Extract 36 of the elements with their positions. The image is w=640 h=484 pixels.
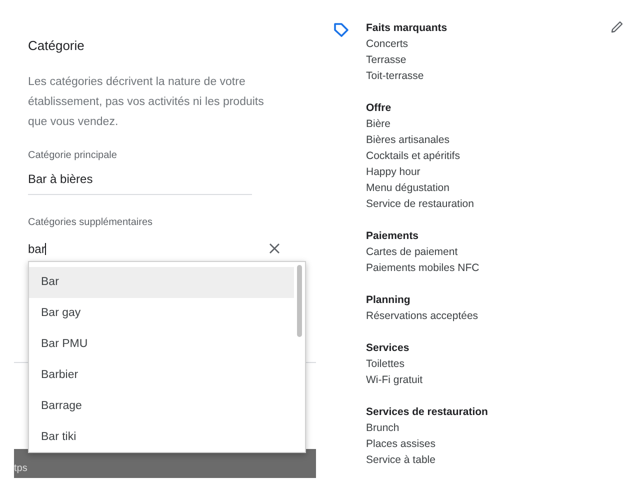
- attribute-item: Concerts: [366, 37, 410, 52]
- attribute-item: Service à table: [366, 453, 436, 468]
- attribute-heading: Faits marquants: [366, 21, 448, 36]
- attribute-item: Paiements mobiles NFC: [366, 261, 480, 276]
- edit-icon[interactable]: [610, 20, 624, 34]
- field-label: Catégories supplémentaires: [28, 216, 154, 230]
- attribute-item: Service de restauration: [366, 197, 475, 212]
- attribute-item: Cartes de paiement: [366, 245, 459, 260]
- tag-icon: [333, 22, 349, 38]
- attribute-heading: Services de restauration: [366, 405, 489, 420]
- bar-text: tps: [14, 464, 28, 474]
- attribute-item: Réservations acceptées: [366, 309, 480, 324]
- attribute-item: Bières artisanales: [366, 133, 450, 148]
- additional-category-field[interactable]: bar: [28, 240, 269, 258]
- attribute-item: Terrasse: [366, 53, 408, 68]
- attribute-item: Cocktails et apéritifs: [366, 149, 461, 164]
- field-label: Catégorie principale: [28, 148, 118, 162]
- scrollbar-thumb[interactable]: [297, 265, 302, 337]
- attribute-item: Bière: [366, 117, 392, 132]
- attribute-heading: Services: [366, 341, 410, 356]
- attribute-item: Brunch: [366, 421, 400, 436]
- attribute-item: Toilettes: [366, 357, 406, 372]
- suggestion-item[interactable]: Bar tiki: [29, 422, 294, 452]
- suggestion-item[interactable]: Bar: [29, 267, 294, 298]
- attribute-item: Happy hour: [366, 165, 422, 180]
- attribute-heading: Offre: [366, 101, 392, 116]
- close-icon[interactable]: [269, 243, 280, 254]
- panel-title: Catégorie: [28, 37, 86, 55]
- attribute-item: Menu dégustation: [366, 181, 450, 196]
- attribute-item: Places assises: [366, 437, 436, 452]
- primary-category-field[interactable]: Bar à bières: [28, 170, 252, 194]
- attribute-heading: Paiements: [366, 229, 420, 244]
- attribute-heading: Planning: [366, 293, 412, 308]
- attribute-item: Wi-Fi gratuit: [366, 373, 424, 388]
- attribute-item: Toit-terrasse: [366, 69, 425, 84]
- description: Les catégories décrivent la nature de votre établissement, pas vos activités ni les produits que vous vendez.: [28, 74, 265, 130]
